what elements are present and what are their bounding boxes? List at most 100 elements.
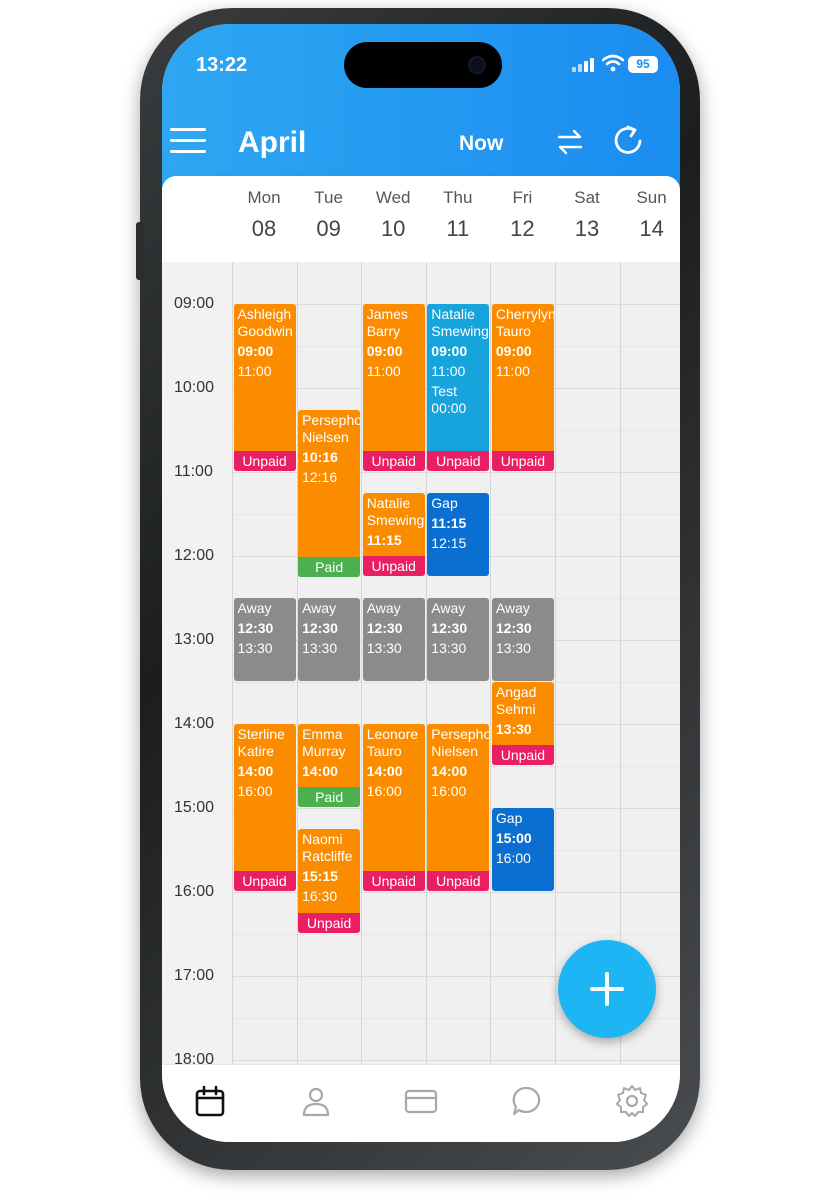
refresh-icon[interactable] — [612, 124, 644, 156]
event-end-time: 11:00 — [237, 363, 272, 379]
event-end-time: 13:30 — [302, 640, 338, 656]
event-start-time: 15:15 — [302, 868, 338, 884]
booking-event[interactable]: Ashleigh Goodwin 09:00 11:00 Unpaid — [233, 304, 296, 471]
time-label: 13:00 — [174, 631, 215, 648]
booking-event[interactable]: Sterline Katire 14:00 16:00 Unpaid — [233, 724, 296, 891]
event-end-time: 16:00 — [431, 783, 467, 799]
payment-status-badge: Paid — [298, 557, 361, 578]
time-label: 18:00 — [174, 1051, 215, 1064]
event-title: Angad Sehmi — [495, 684, 537, 717]
day-column-line — [555, 262, 556, 1064]
event-end-time: 13:30 — [237, 640, 273, 656]
half-hour-line — [232, 934, 680, 935]
event-start-time: 13:30 — [495, 721, 532, 737]
gap-block[interactable]: Gap 15:00 16:00 — [491, 808, 554, 891]
day-name: Mon — [247, 188, 281, 207]
day-number: 09 — [316, 216, 341, 241]
event-start-time: 14:00 — [237, 763, 274, 779]
gear-icon[interactable] — [614, 1083, 650, 1119]
payment-status-badge: Unpaid — [427, 871, 490, 891]
day-header-sat[interactable]: Sat 13 — [555, 188, 619, 242]
away-block[interactable]: Away 12:30 13:30 — [362, 598, 425, 681]
event-title: Sterline Katire — [237, 726, 285, 759]
time-label: 09:00 — [174, 295, 215, 312]
booking-event[interactable]: James Barry 09:00 11:00 Unpaid — [362, 304, 425, 471]
event-title: Persephone Nielsen — [302, 412, 361, 446]
day-number: 11 — [446, 216, 470, 241]
away-block[interactable]: Away 12:30 13:30 — [298, 598, 361, 681]
booking-event[interactable]: Natalie Smewing 09:00 11:00 Test 00:00 Unpai… — [427, 304, 490, 471]
gap-block[interactable]: Gap 11:15 12:15 — [427, 493, 490, 576]
booking-event[interactable]: Angad Sehmi 13:30 Unpaid — [491, 682, 554, 765]
payment-status-badge: Unpaid — [427, 451, 490, 471]
away-block[interactable]: Away 12:30 13:30 — [491, 598, 554, 681]
event-end-time: 12:16 — [302, 469, 338, 486]
event-start-time: 09:00 — [495, 343, 532, 359]
payment-status-badge: Unpaid — [233, 451, 296, 471]
day-header-mon[interactable]: Mon 08 — [232, 188, 296, 242]
swap-icon[interactable] — [556, 128, 584, 156]
event-start-time: 12:30 — [431, 620, 468, 636]
wifi-icon — [602, 54, 624, 72]
payment-status-badge: Unpaid — [491, 451, 554, 471]
event-title: Ashleigh Goodwin — [237, 306, 293, 339]
day-number: 08 — [251, 216, 277, 241]
event-start-time: 09:00 — [431, 343, 468, 359]
booking-event[interactable]: Naomi Ratcliffe 15:15 16:30 Unpaid — [298, 829, 361, 933]
event-title: Cherrylyn Tauro — [495, 306, 554, 339]
day-number: 10 — [380, 216, 406, 241]
day-header-fri[interactable]: Fri 12 — [490, 188, 554, 242]
event-start-time: 12:30 — [302, 620, 338, 636]
chat-icon[interactable] — [509, 1083, 545, 1119]
payment-status-badge: Unpaid — [491, 745, 554, 765]
event-start-time: 11:15 — [431, 515, 467, 531]
booking-event[interactable]: Natalie Smewing 11:15 Unpaid — [362, 493, 425, 576]
event-end-time: 16:30 — [302, 888, 338, 904]
day-number: 13 — [574, 216, 600, 241]
day-header-tue[interactable]: Tue 09 — [297, 188, 361, 242]
event-title: Emma Murray — [302, 726, 346, 759]
week-day-header: Mon 08 Tue 09 Wed 10 Thu 11 Fri 12 Sat 13 Sun 14 — [162, 176, 680, 262]
half-hour-line — [232, 682, 680, 683]
event-end-time: 11:00 — [495, 363, 530, 379]
booking-event[interactable]: Cherrylyn Tauro 09:00 11:00 Unpaid — [491, 304, 554, 471]
menu-icon[interactable] — [170, 128, 206, 154]
day-name: Sat — [574, 188, 600, 207]
add-event-button[interactable] — [558, 940, 656, 1038]
event-title: Natalie Smewing — [366, 495, 425, 528]
day-number: 14 — [639, 216, 664, 241]
event-title: Gap — [431, 495, 458, 511]
away-block[interactable]: Away 12:30 13:30 — [233, 598, 296, 681]
booking-event[interactable]: Persephone Nielsen 10:16 12:16 Paid — [298, 410, 361, 578]
event-title: Away — [431, 600, 466, 616]
event-end-time: 11:00 — [366, 363, 401, 379]
payment-status-badge: Unpaid — [362, 556, 425, 576]
event-start-time: 14:00 — [431, 763, 468, 779]
day-header-sun[interactable]: Sun 14 — [620, 188, 680, 242]
event-end-time: 16:00 — [495, 850, 531, 866]
day-number: 12 — [510, 216, 535, 241]
booking-event[interactable]: Leonore Tauro 14:00 16:00 Unpaid — [362, 724, 425, 891]
event-end-time: 13:30 — [431, 640, 467, 656]
person-icon[interactable] — [298, 1083, 334, 1119]
time-label: 17:00 — [174, 967, 215, 984]
time-label: 14:00 — [174, 715, 215, 732]
calendar-icon[interactable] — [192, 1083, 228, 1119]
event-start-time: 09:00 — [366, 343, 403, 359]
day-header-wed[interactable]: Wed 10 — [361, 188, 425, 242]
time-label: 15:00 — [174, 799, 215, 816]
event-title: Away — [495, 600, 530, 616]
now-button[interactable]: Now — [459, 132, 503, 156]
day-name: Thu — [443, 188, 473, 207]
day-header-thu[interactable]: Thu 11 — [426, 188, 490, 242]
day-name: Wed — [375, 188, 411, 207]
dynamic-island — [344, 42, 502, 88]
card-icon[interactable] — [403, 1083, 439, 1119]
away-block[interactable]: Away 12:30 13:30 — [427, 598, 490, 681]
booking-event[interactable]: Emma Murray 14:00 Paid — [298, 724, 361, 807]
booking-event[interactable]: Persephone Nielsen 14:00 16:00 Unpaid — [427, 724, 490, 891]
payment-status-badge: Unpaid — [298, 913, 361, 933]
event-note: Test 00:00 — [431, 383, 467, 416]
time-gutter: 09:00 10:00 11:00 12:00 13:00 14:00 15:00 16:00… — [162, 262, 232, 1064]
phone-side-button — [136, 222, 144, 280]
